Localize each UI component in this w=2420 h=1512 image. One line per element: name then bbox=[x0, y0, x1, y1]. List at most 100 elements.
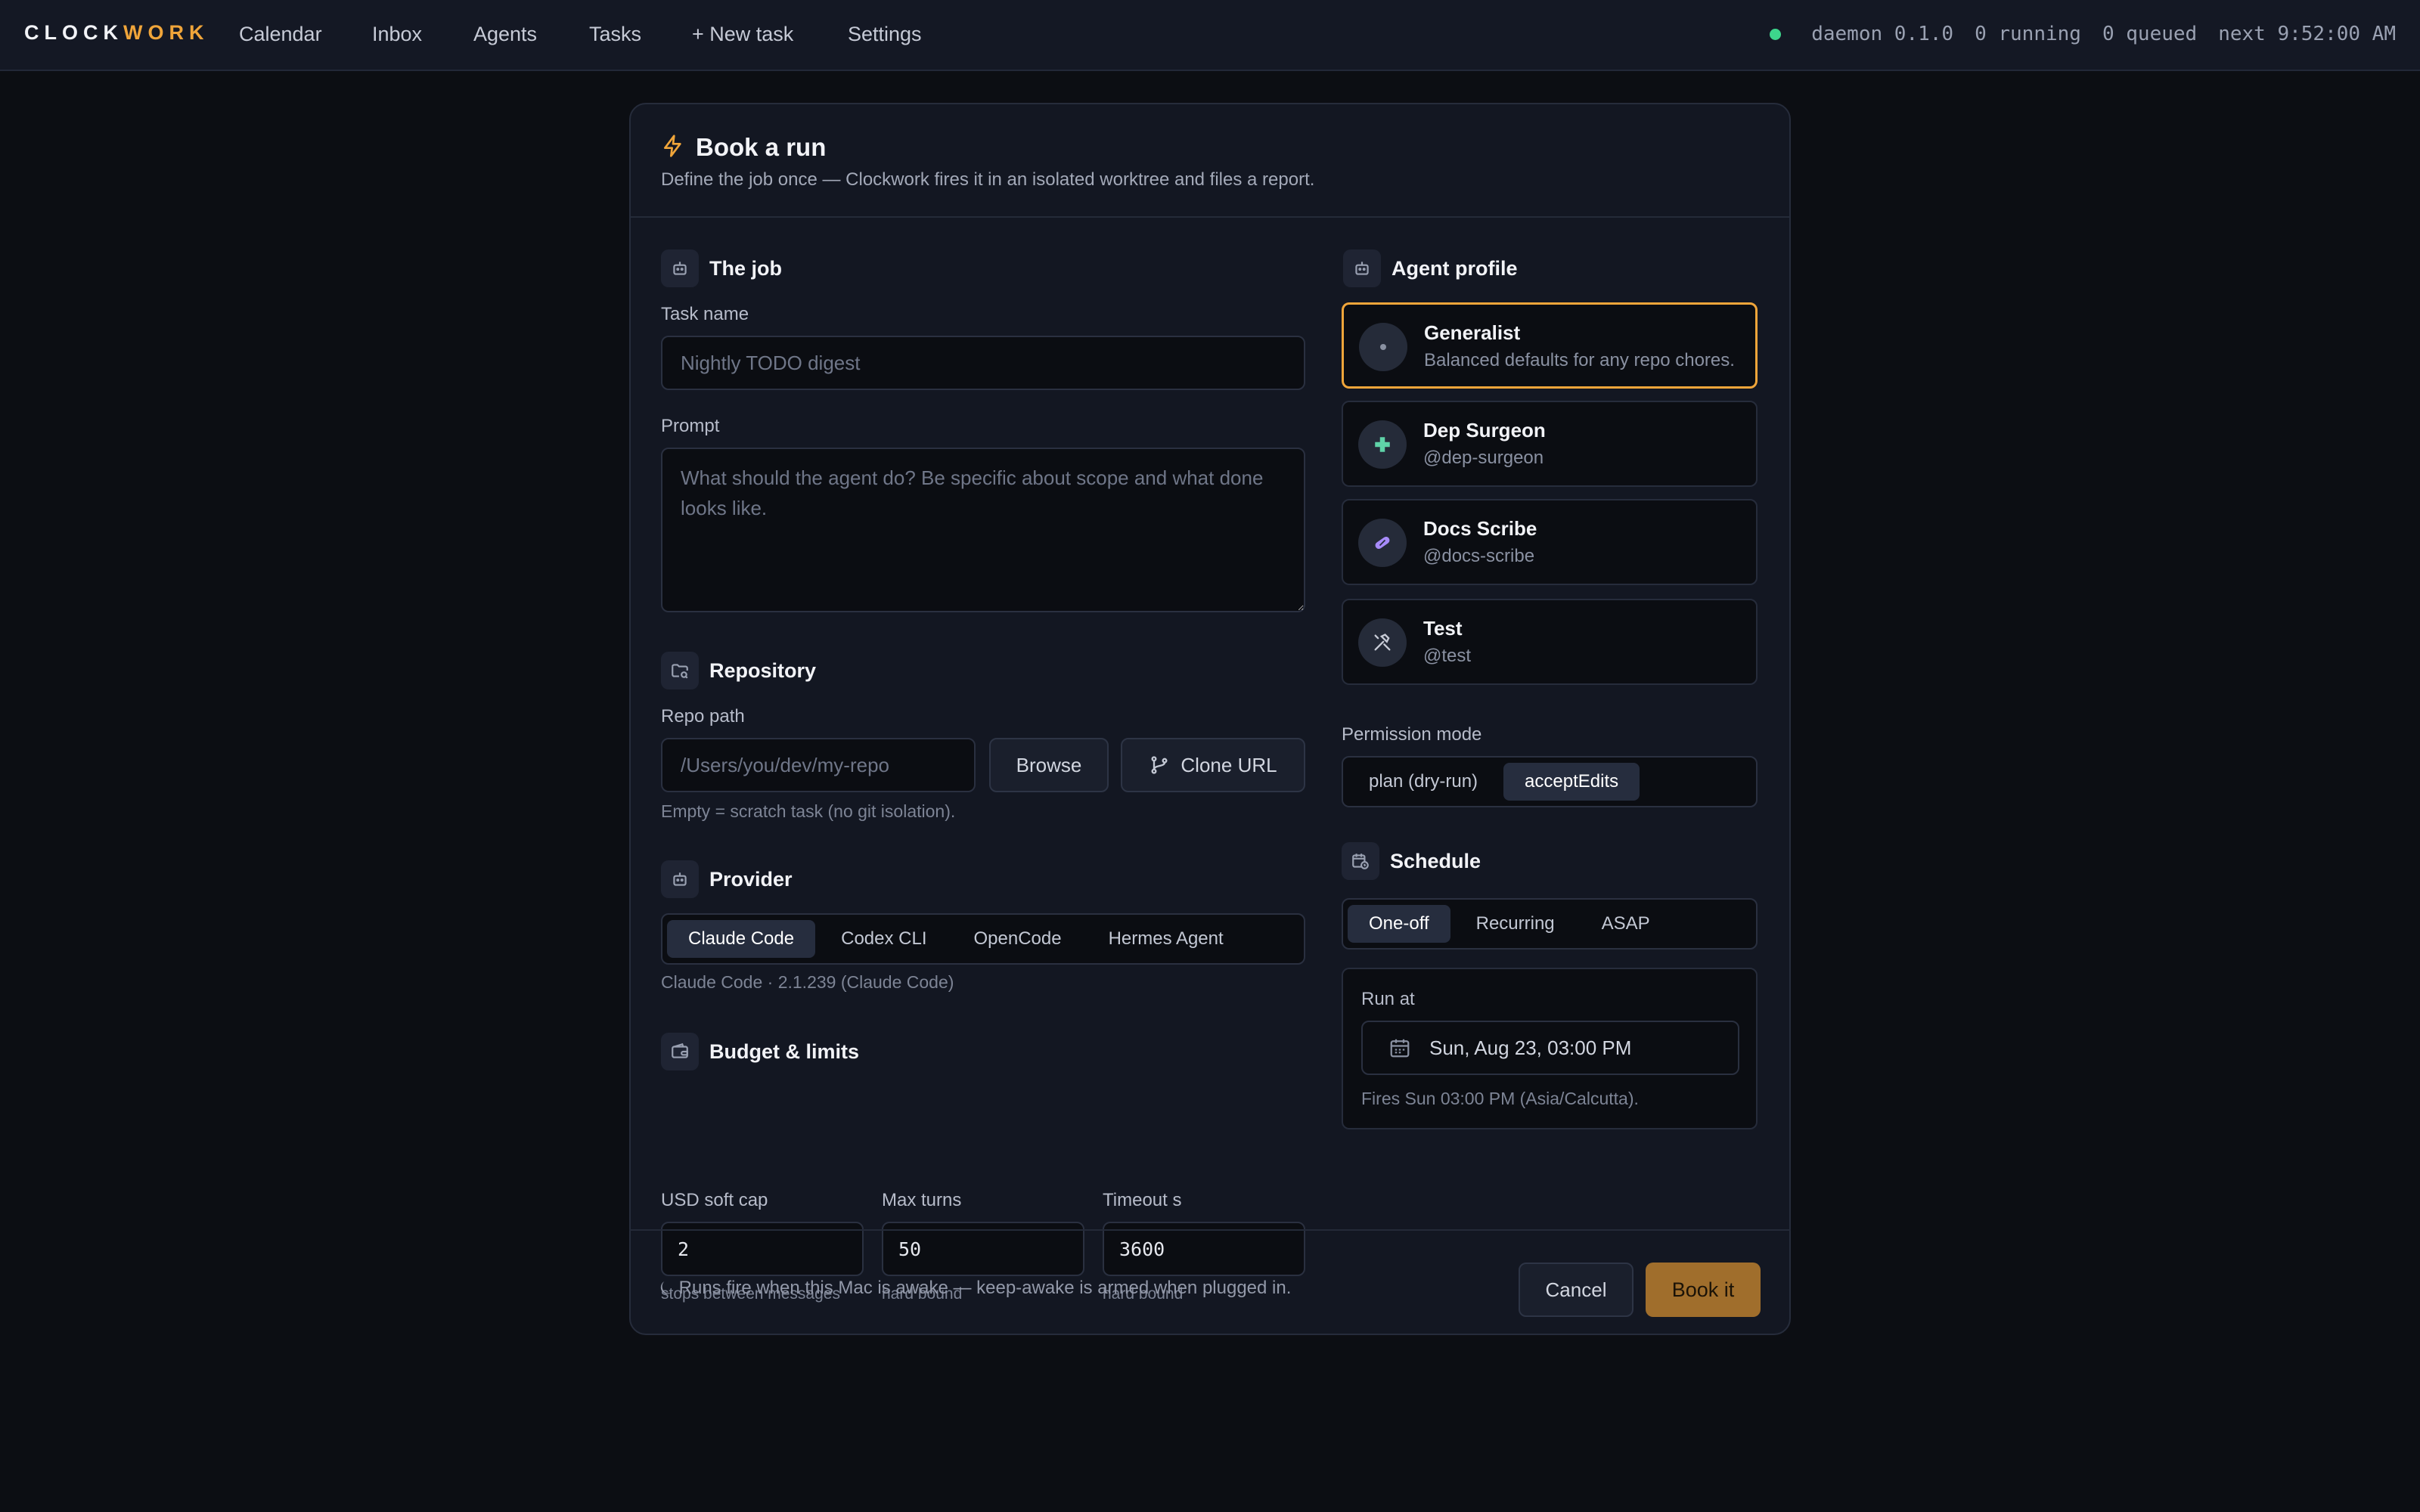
section-schedule: Schedule bbox=[1342, 842, 1481, 880]
calendar-icon bbox=[1388, 1036, 1411, 1059]
repo-path-hint: Empty = scratch task (no git isolation). bbox=[661, 801, 956, 821]
avatar bbox=[1358, 618, 1407, 667]
avatar bbox=[1359, 323, 1407, 371]
run-at-datetime-input[interactable]: Sun, Aug 23, 03:00 PM bbox=[1361, 1021, 1739, 1075]
keep-awake-note: ⏾ Runs fire when this Mac is awake — kee… bbox=[659, 1278, 1292, 1298]
prompt-textarea[interactable] bbox=[661, 448, 1305, 612]
profile-handle: @test bbox=[1423, 646, 1472, 666]
next-run: next 9:52:00 AM bbox=[2218, 23, 2396, 45]
top-nav-bar: CLOCKWORK Calendar Inbox Agents Tasks + … bbox=[0, 0, 2420, 71]
profile-card-dep-surgeon[interactable]: Dep Surgeon @dep-surgeon bbox=[1342, 401, 1758, 487]
section-title: Agent profile bbox=[1392, 256, 1518, 280]
plus-icon bbox=[1373, 435, 1392, 454]
profile-card-docs-scribe[interactable]: Docs Scribe @docs-scribe bbox=[1342, 499, 1758, 585]
task-name-input[interactable] bbox=[661, 336, 1305, 390]
dialog-header: Book a run Define the job once — Clockwo… bbox=[631, 104, 1789, 218]
provider-option-codex-cli[interactable]: Codex CLI bbox=[820, 920, 948, 958]
avatar bbox=[1358, 420, 1407, 469]
section-the-job: The job bbox=[661, 249, 782, 287]
provider-option-claude-code[interactable]: Claude Code bbox=[667, 920, 816, 958]
section-title: Budget & limits bbox=[709, 1040, 860, 1063]
pill-icon bbox=[1372, 532, 1393, 553]
prompt-label: Prompt bbox=[661, 416, 720, 436]
nav-agents[interactable]: Agents bbox=[473, 23, 537, 46]
queued-count: 0 queued bbox=[2102, 23, 2198, 45]
profile-name: Generalist bbox=[1424, 321, 1521, 344]
profile-handle: @docs-scribe bbox=[1423, 546, 1535, 566]
browse-button[interactable]: Browse bbox=[989, 738, 1109, 792]
provider-option-opencode[interactable]: OpenCode bbox=[953, 920, 1083, 958]
dialog-title: Book a run bbox=[696, 133, 827, 161]
max-turns-label: Max turns bbox=[882, 1190, 962, 1210]
permission-option-plan[interactable]: plan (dry-run) bbox=[1348, 763, 1499, 801]
permission-mode-segmented-control: plan (dry-run) acceptEdits bbox=[1342, 756, 1758, 807]
wallet-icon bbox=[661, 1033, 699, 1070]
schedule-option-one-off[interactable]: One-off bbox=[1348, 905, 1450, 943]
calendar-clock-icon bbox=[1342, 842, 1379, 880]
schedule-option-recurring[interactable]: Recurring bbox=[1455, 905, 1576, 943]
logo-accent: WORK bbox=[123, 21, 209, 44]
logo-prefix: CLOCK bbox=[24, 21, 123, 44]
robot-icon bbox=[661, 249, 699, 287]
status-dot bbox=[1770, 28, 1782, 40]
nav-inbox[interactable]: Inbox bbox=[372, 23, 422, 46]
timeout-label: Timeout s bbox=[1103, 1190, 1182, 1210]
profile-description: Balanced defaults for any repo chores. bbox=[1424, 350, 1735, 370]
section-agent-profile: Agent profile bbox=[1343, 249, 1518, 287]
folder-search-icon bbox=[661, 652, 699, 689]
daemon-version: daemon 0.1.0 bbox=[1811, 23, 1954, 45]
task-name-label: Task name bbox=[661, 304, 749, 324]
profile-card-test[interactable]: Test @test bbox=[1342, 599, 1758, 685]
section-budget: Budget & limits bbox=[661, 1033, 859, 1070]
robot-icon bbox=[1343, 249, 1381, 287]
section-provider: Provider bbox=[661, 860, 793, 898]
provider-option-hermes-agent[interactable]: Hermes Agent bbox=[1087, 920, 1245, 958]
dialog-footer: ⏾ Runs fire when this Mac is awake — kee… bbox=[629, 1229, 1791, 1335]
daemon-status: daemon 0.1.0 0 running 0 queued next 9:5… bbox=[1770, 23, 2396, 45]
robot-icon bbox=[661, 860, 699, 898]
provider-segmented-control: Claude Code Codex CLI OpenCode Hermes Ag… bbox=[661, 913, 1305, 965]
schedule-option-asap[interactable]: ASAP bbox=[1581, 905, 1671, 943]
profile-handle: @dep-surgeon bbox=[1423, 448, 1544, 468]
cancel-label: Cancel bbox=[1545, 1278, 1607, 1301]
section-title: Schedule bbox=[1390, 849, 1481, 872]
provider-version-hint: Claude Code · 2.1.239 (Claude Code) bbox=[661, 972, 954, 992]
git-branch-icon bbox=[1149, 754, 1170, 776]
section-title: The job bbox=[709, 256, 782, 280]
profile-card-generalist[interactable]: Generalist Balanced defaults for any rep… bbox=[1342, 302, 1758, 389]
nav-tasks[interactable]: Tasks bbox=[589, 23, 641, 46]
book-it-label: Book it bbox=[1671, 1278, 1735, 1301]
section-title: Repository bbox=[709, 658, 817, 682]
clone-url-label: Clone URL bbox=[1181, 753, 1277, 776]
permission-option-accept-edits[interactable]: acceptEdits bbox=[1503, 763, 1640, 801]
hammer-wrench-icon bbox=[1372, 632, 1393, 653]
repo-path-label: Repo path bbox=[661, 706, 745, 727]
schedule-type-segmented-control: One-off Recurring ASAP bbox=[1342, 898, 1758, 950]
section-repository: Repository bbox=[661, 652, 816, 689]
dot-icon bbox=[1380, 344, 1386, 350]
nav-calendar[interactable]: Calendar bbox=[239, 23, 322, 46]
profile-name: Test bbox=[1423, 617, 1463, 640]
book-it-button[interactable]: Book it bbox=[1646, 1263, 1761, 1317]
run-at-value: Sun, Aug 23, 03:00 PM bbox=[1429, 1036, 1632, 1059]
clone-url-button[interactable]: Clone URL bbox=[1121, 738, 1305, 792]
run-at-label: Run at bbox=[1361, 989, 1415, 1009]
nav-settings[interactable]: Settings bbox=[848, 23, 922, 46]
nav-new-task[interactable]: + New task bbox=[692, 23, 793, 46]
browse-label: Browse bbox=[1016, 753, 1082, 776]
app-logo[interactable]: CLOCKWORK bbox=[24, 21, 209, 45]
profile-name: Docs Scribe bbox=[1423, 517, 1537, 540]
book-run-dialog: Book a run Define the job once — Clockwo… bbox=[629, 103, 1791, 1335]
avatar bbox=[1358, 519, 1407, 567]
run-at-panel: Run at Sun, Aug 23, 03:00 PM Fires Sun 0… bbox=[1342, 968, 1758, 1129]
repo-path-input[interactable] bbox=[661, 738, 976, 792]
fires-hint: Fires Sun 03:00 PM (Asia/Calcutta). bbox=[1361, 1089, 1639, 1108]
profile-name: Dep Surgeon bbox=[1423, 419, 1546, 442]
running-count: 0 running bbox=[1975, 23, 2081, 45]
usd-soft-cap-label: USD soft cap bbox=[661, 1190, 768, 1210]
dialog-subtitle: Define the job once — Clockwork fires it… bbox=[661, 169, 1315, 190]
cancel-button[interactable]: Cancel bbox=[1519, 1263, 1634, 1317]
permission-mode-label: Permission mode bbox=[1342, 724, 1482, 745]
section-title: Provider bbox=[709, 867, 793, 891]
bolt-icon bbox=[661, 134, 685, 162]
